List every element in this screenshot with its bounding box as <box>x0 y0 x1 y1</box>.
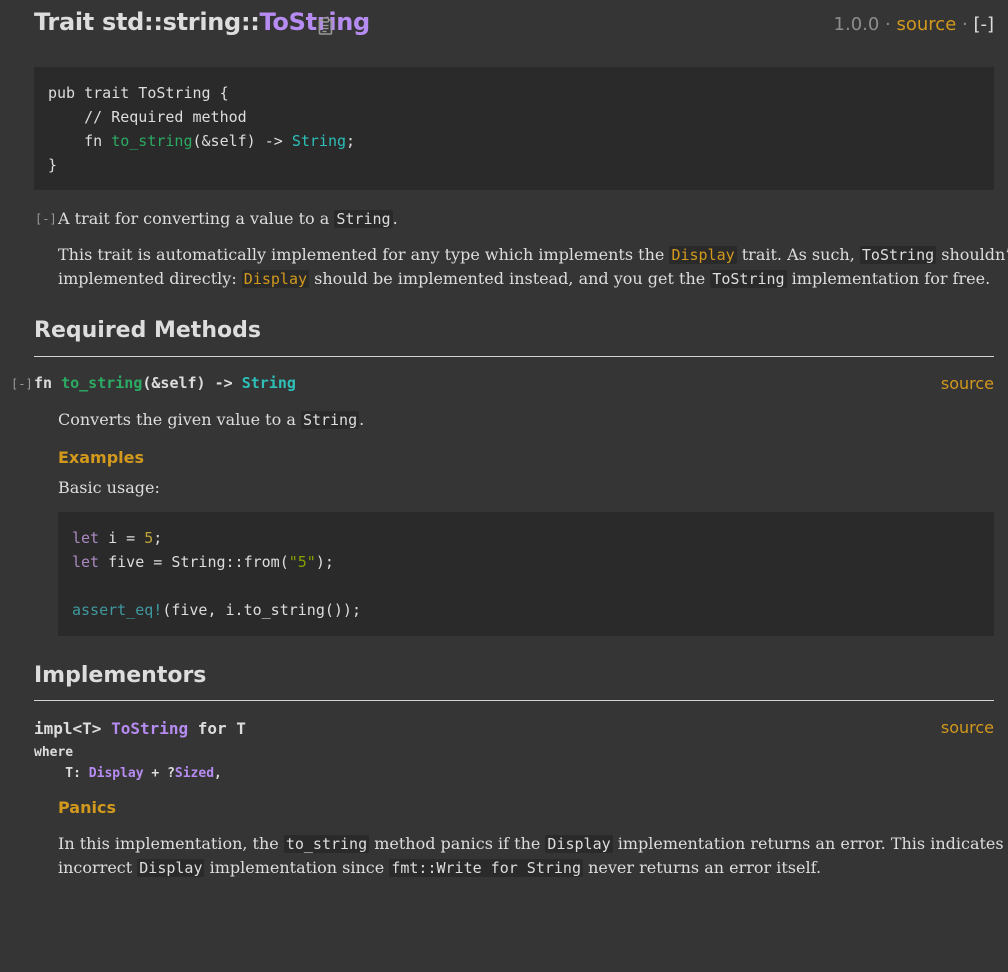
desc-text: should be implemented instead, and you g… <box>309 269 711 288</box>
panics-text: method panics if the <box>369 834 546 853</box>
impl-text: impl<T> <box>34 719 112 738</box>
where-keyword: where <box>34 745 74 760</box>
impl-trait-link[interactable]: ToString <box>111 719 188 738</box>
title-trait-name: ToString <box>259 8 371 36</box>
section-divider <box>34 700 994 701</box>
method-toggle[interactable]: [-] <box>11 377 33 391</box>
copy-path-icon[interactable] <box>318 17 334 35</box>
fn-keyword: fn <box>48 132 112 150</box>
collapse-all-toggle[interactable]: [-] <box>973 14 994 35</box>
desc-line: implemented directly: Display should be … <box>58 267 1008 291</box>
decl-comment: // Required method <box>48 108 247 126</box>
code-text: (five, i.to_string()); <box>162 601 361 619</box>
panics-heading[interactable]: Panics <box>58 798 116 817</box>
panics-code: Display <box>545 835 613 853</box>
examples-heading[interactable]: Examples <box>58 448 144 467</box>
decl-return-type-link[interactable]: String <box>292 132 346 150</box>
trait-description: This trait is automatically implemented … <box>58 243 1008 291</box>
summary-code: String <box>334 210 393 228</box>
panics-description: In this implementation, the to_string me… <box>58 832 1008 880</box>
since-version: 1.0.0 <box>833 14 880 35</box>
example-code-block: let i = 5; let five = String::from("5"); … <box>58 512 994 636</box>
fn-args: (&self) -> <box>142 374 242 392</box>
method-name-link[interactable]: to_string <box>61 374 142 392</box>
desc-line: This trait is automatically implemented … <box>58 243 1008 267</box>
desc-code: ToString <box>710 270 787 288</box>
section-divider <box>34 356 994 357</box>
fn-args: (&self) -> <box>192 132 292 150</box>
let-keyword: let <box>72 553 100 571</box>
code-text: i = <box>99 529 145 547</box>
docblock-toggle[interactable]: [-] <box>35 212 57 226</box>
panics-text: incorrect <box>58 858 138 877</box>
bound-text: T: <box>34 766 89 781</box>
source-link[interactable]: source <box>897 14 957 35</box>
method-signature: fn to_string(&self) -> String <box>34 374 296 392</box>
desc-code: ToString <box>859 246 937 264</box>
display-link[interactable]: Display <box>241 270 310 288</box>
code-line: let i = 5; <box>72 526 980 550</box>
string-literal: "5" <box>288 553 316 571</box>
let-keyword: let <box>72 529 100 547</box>
macro-name: assert_eq! <box>72 601 163 619</box>
method-doc: Converts the given value to a String. <box>58 408 364 432</box>
code-text: ); <box>315 553 334 571</box>
implementors-heading[interactable]: Implementors <box>34 663 206 688</box>
separator: · <box>879 14 897 35</box>
impl-text: for T <box>188 719 246 738</box>
display-link[interactable]: Display <box>669 246 737 264</box>
impl-signature: impl<T> ToString for T <box>34 719 246 738</box>
separator: · <box>956 14 974 35</box>
panics-code: to_string <box>283 835 370 853</box>
decl-method-link[interactable]: to_string <box>111 132 192 150</box>
summary-text: A trait for converting a value to a <box>58 209 335 228</box>
panics-text: In this implementation, the <box>58 834 284 853</box>
desc-text: This trait is automatically implemented … <box>58 245 670 264</box>
decl-line: } <box>48 156 58 174</box>
trait-summary: A trait for converting a value to a Stri… <box>58 207 398 231</box>
desc-text: implemented directly: <box>58 269 242 288</box>
desc-text: shouldn’t be <box>941 245 1008 264</box>
basic-usage-text: Basic usage: <box>58 478 160 497</box>
code-text: ; <box>153 529 163 547</box>
number-literal: 5 <box>144 529 154 547</box>
fn-keyword: fn <box>34 374 62 392</box>
impl-source-link[interactable]: source <box>941 718 994 737</box>
doc-text: Converts the given value to a <box>58 410 301 429</box>
bound-text: , <box>214 766 222 781</box>
sized-trait-link[interactable]: Sized <box>175 766 214 781</box>
panics-line: In this implementation, the to_string me… <box>58 832 1008 856</box>
semicolon: ; <box>346 132 356 150</box>
panics-code: Display <box>137 859 205 877</box>
panics-text: implementation returns an error. This in… <box>612 834 1008 853</box>
bound-text: + ? <box>143 766 175 781</box>
code-line: let five = String::from("5"); <box>72 550 980 574</box>
doc-code: String <box>300 411 360 429</box>
decl-line: pub trait ToString { <box>48 84 229 102</box>
code-text: five = String::from( <box>99 553 289 571</box>
title-prefix: Trait std::string:: <box>34 8 260 36</box>
desc-text: trait. As such, <box>736 245 860 264</box>
required-methods-heading[interactable]: Required Methods <box>34 318 261 343</box>
code-line: assert_eq!(five, i.to_string()); <box>72 598 980 622</box>
decl-line: fn to_string(&self) -> String; <box>48 129 980 153</box>
where-bound: T: Display + ?Sized, <box>34 766 222 781</box>
doc-text: . <box>359 410 365 429</box>
panics-text: never returns an error itself. <box>582 858 822 877</box>
method-source-link[interactable]: source <box>941 374 994 393</box>
display-trait-link[interactable]: Display <box>89 766 144 781</box>
trait-declaration: pub trait ToString { // Required method … <box>34 67 994 190</box>
panics-line: incorrect Display implementation since f… <box>58 856 1008 880</box>
header-meta: 1.0.0 · source · [-] <box>834 14 994 35</box>
return-type-link[interactable]: String <box>242 374 296 392</box>
summary-text: . <box>392 209 398 228</box>
panics-code: fmt::Write for String <box>389 859 583 877</box>
desc-text: implementation for free. <box>786 269 991 288</box>
panics-text: implementation since <box>204 858 390 877</box>
